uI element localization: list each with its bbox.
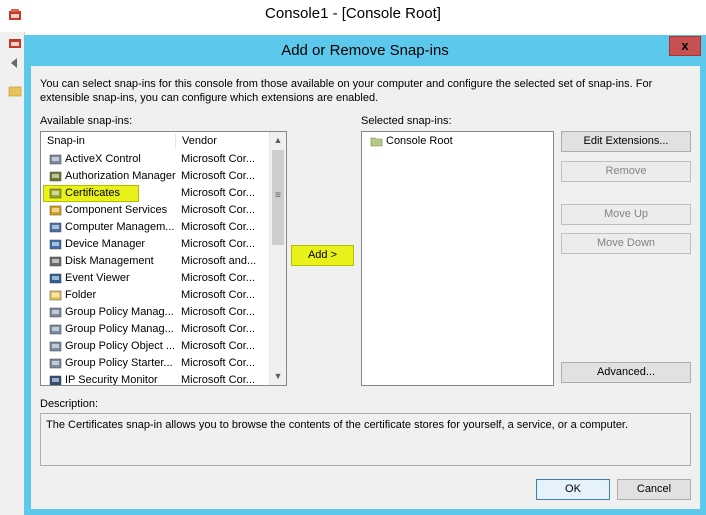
snapin-name: Group Policy Starter...	[65, 357, 173, 369]
disk-management-icon	[49, 256, 62, 267]
snapin-name: IP Security Monitor	[65, 374, 158, 386]
list-item[interactable]: Group Policy Object ... Microsoft Cor...	[43, 338, 268, 355]
back-arrow-icon[interactable]	[8, 56, 22, 70]
list-item[interactable]: Disk Management Microsoft and...	[43, 253, 268, 270]
snapin-name: Device Manager	[65, 238, 146, 250]
event-viewer-icon	[49, 273, 62, 284]
ip-security-icon	[49, 375, 62, 385]
snapin-name: Event Viewer	[65, 272, 130, 284]
available-snapins-list[interactable]: Snap-in Vendor ActiveX Control Microsoft …	[40, 131, 287, 386]
list-item[interactable]: Certificates Microsoft Cor...	[43, 185, 268, 202]
list-item[interactable]: Component Services Microsoft Cor...	[43, 202, 268, 219]
list-item[interactable]: Group Policy Starter... Microsoft Cor...	[43, 355, 268, 372]
description-box: The Certificates snap-in allows you to b…	[40, 413, 691, 466]
mmc-menu-icon[interactable]	[8, 36, 22, 50]
snapin-vendor: Microsoft Cor...	[181, 374, 255, 386]
group-policy-icon	[49, 307, 62, 318]
snapin-name: Certificates	[65, 187, 121, 199]
intro-text: You can select snap-ins for this console…	[40, 78, 653, 104]
ok-button[interactable]: OK	[536, 479, 610, 500]
dialog-body: You can select snap-ins for this console…	[31, 66, 700, 509]
close-button[interactable]: x	[669, 36, 701, 56]
snapin-vendor: Microsoft Cor...	[181, 153, 255, 165]
cancel-button[interactable]: Cancel	[617, 479, 691, 500]
snapin-vendor: Microsoft and...	[181, 255, 257, 267]
list-item[interactable]: Folder Microsoft Cor...	[43, 287, 268, 304]
snapin-name: Folder	[65, 289, 97, 301]
remove-button[interactable]: Remove	[561, 161, 691, 182]
activex-icon	[49, 154, 62, 165]
list-item[interactable]: Event Viewer Microsoft Cor...	[43, 270, 268, 287]
snapin-name: Component Services	[65, 204, 168, 216]
selected-snapins-label: Selected snap-ins:	[361, 115, 452, 127]
add-button[interactable]: Add >	[291, 245, 354, 266]
folder-icon	[370, 137, 383, 147]
certificates-icon	[49, 188, 62, 199]
snapin-name: Group Policy Object ...	[65, 340, 176, 352]
snapin-vendor: Microsoft Cor...	[181, 323, 255, 335]
group-policy-icon	[49, 358, 62, 369]
list-scrollbar[interactable]: ▲ ≡ ▼	[269, 132, 286, 385]
snapin-name: Disk Management	[65, 255, 154, 267]
console-titlebar: Console1 - [Console Root]	[0, 0, 706, 32]
snapin-vendor: Microsoft Cor...	[181, 187, 255, 199]
scroll-down-arrow-icon[interactable]: ▼	[270, 368, 286, 385]
snapin-vendor: Microsoft Cor...	[181, 170, 255, 182]
snapin-vendor: Microsoft Cor...	[181, 221, 255, 233]
move-down-button[interactable]: Move Down	[561, 233, 691, 254]
move-up-button[interactable]: Move Up	[561, 204, 691, 225]
dialog-title: Add or Remove Snap-ins	[281, 42, 449, 59]
console-left-pane	[0, 32, 25, 515]
column-header-snapin[interactable]: Snap-in	[41, 132, 175, 150]
snapin-name: Computer Managem...	[65, 221, 175, 233]
group-policy-icon	[49, 324, 62, 335]
snapin-vendor: Microsoft Cor...	[181, 272, 255, 284]
list-item[interactable]: Group Policy Manag... Microsoft Cor...	[43, 321, 268, 338]
computer-management-icon	[49, 222, 62, 233]
description-label: Description:	[40, 398, 99, 410]
device-manager-icon	[49, 239, 62, 250]
console-title: Console1 - [Console Root]	[265, 5, 441, 22]
column-header-vendor[interactable]: Vendor	[176, 132, 268, 150]
list-item[interactable]: Device Manager Microsoft Cor...	[43, 236, 268, 253]
list-item[interactable]: Computer Managem... Microsoft Cor...	[43, 219, 268, 236]
snapin-vendor: Microsoft Cor...	[181, 289, 255, 301]
selected-snapins-list[interactable]: Console Root	[361, 131, 554, 386]
component-services-icon	[49, 205, 62, 216]
scrollbar-thumb[interactable]: ≡	[272, 150, 284, 245]
folder-icon[interactable]	[8, 84, 22, 98]
list-item[interactable]: Console Root	[364, 133, 589, 150]
description-text: The Certificates snap-in allows you to b…	[46, 419, 629, 431]
group-policy-icon	[49, 341, 62, 352]
add-remove-snapins-dialog: Add or Remove Snap-ins x You can select …	[24, 35, 706, 515]
snapin-name: Group Policy Manag...	[65, 323, 174, 335]
advanced-button[interactable]: Advanced...	[561, 362, 691, 383]
folder-icon	[49, 290, 62, 301]
list-item[interactable]: ActiveX Control Microsoft Cor...	[43, 151, 268, 168]
list-item[interactable]: IP Security Monitor Microsoft Cor...	[43, 372, 268, 386]
snapin-vendor: Microsoft Cor...	[181, 357, 255, 369]
list-item[interactable]: Authorization Manager Microsoft Cor...	[43, 168, 268, 185]
available-snapins-label: Available snap-ins:	[40, 115, 133, 127]
scroll-up-arrow-icon[interactable]: ▲	[270, 132, 286, 149]
snapin-name: Authorization Manager	[65, 170, 176, 182]
list-item[interactable]: Group Policy Manag... Microsoft Cor...	[43, 304, 268, 321]
snapin-name: ActiveX Control	[65, 153, 141, 165]
scrollbar-grip-icon: ≡	[275, 190, 281, 201]
snapin-name: Group Policy Manag...	[65, 306, 174, 318]
snapin-vendor: Microsoft Cor...	[181, 306, 255, 318]
edit-extensions-button[interactable]: Edit Extensions...	[561, 131, 691, 152]
snapin-vendor: Microsoft Cor...	[181, 238, 255, 250]
selected-snapin-name: Console Root	[386, 135, 453, 147]
authorization-manager-icon	[49, 171, 62, 182]
snapin-vendor: Microsoft Cor...	[181, 204, 255, 216]
snapin-vendor: Microsoft Cor...	[181, 340, 255, 352]
